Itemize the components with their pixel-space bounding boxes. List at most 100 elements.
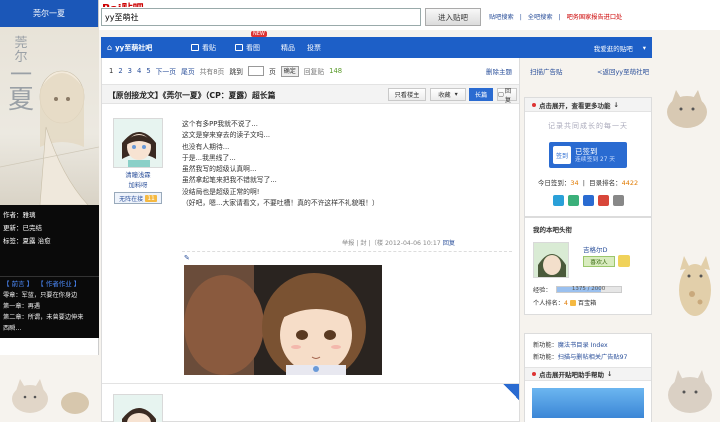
page-jump-button[interactable]: 确定 [280, 65, 299, 77]
search-input[interactable] [101, 8, 421, 26]
reply-count-label: 回复贴 [303, 68, 325, 76]
page-link[interactable]: 5 [146, 67, 150, 75]
help-panel-header[interactable]: 点击展开贴吧助手帮助 ↓ [525, 367, 651, 381]
author-level-badge[interactable]: 无阵在接 11 [114, 192, 162, 204]
news-link[interactable]: 扫描与删帖相关广告贴97 [558, 354, 628, 361]
chapter-link[interactable]: 第二章：所谓，未曾要边伸来 [3, 312, 96, 323]
avatar-image [534, 243, 568, 277]
meta-tags: 标签：夏露 治愈 [3, 237, 51, 245]
news-item: 新功能：魔法书目录 Index [533, 342, 608, 349]
page-unit: 页 [268, 68, 276, 76]
nav-tab-posts[interactable]: 看贴 [191, 37, 216, 58]
chapter-link[interactable]: 零章：军蓝，只要在你身边 [3, 290, 96, 301]
page-link[interactable]: 3 [128, 67, 132, 75]
cat-decoration-icon [668, 370, 712, 413]
user-name[interactable]: 吉格尔D [583, 244, 608, 254]
post-image[interactable] [184, 265, 382, 375]
sidebar-title: 莞尔一夏 [0, 0, 98, 27]
dot-icon [532, 102, 536, 107]
post-content: 这个有多PP我就不说了... 这文是穿来穿去的读子文吗... 也没有人期待...… [182, 119, 502, 209]
new-badge: NEW [251, 31, 267, 37]
nav-tab-pictures[interactable]: 看图 NEW [235, 31, 267, 58]
scan-ads-link[interactable]: 扫描广告贴 [524, 58, 652, 84]
share-icons [525, 195, 651, 206]
share-icon[interactable] [597, 195, 609, 206]
page-current: 1 [109, 67, 114, 75]
forum-search-link[interactable]: 贴吧搜索 [489, 14, 514, 21]
post-reply-link[interactable]: 回复 [443, 240, 455, 247]
chevron-down-icon: ▾ [642, 43, 646, 52]
dot-icon [532, 372, 536, 376]
author-grade: 加料呀 [128, 182, 148, 189]
sign-in-button[interactable]: 签到 已签到 连续签到 27 天 [549, 142, 627, 168]
forum-home-link[interactable]: ⌂ yy至萌社吧 [107, 37, 152, 58]
author-name[interactable]: 清瞳浅霖 [113, 170, 163, 179]
home-icon: ⌂ [107, 43, 113, 52]
anime-screenshot [184, 265, 382, 375]
last-page-link[interactable]: 尾页 [181, 66, 195, 76]
avatar[interactable] [533, 242, 569, 278]
top-bar: Bai贴吧 进入贴吧 贴吧搜索 | 全吧搜索 | 吧务国家报告进口处 [99, 0, 720, 30]
chevron-down-icon: ▾ [454, 91, 458, 98]
nav-tab-featured[interactable]: 精品 [281, 37, 295, 58]
nav-tab-vote[interactable]: 投票 [307, 37, 321, 58]
author-only-button[interactable]: 只看楼主 [388, 88, 426, 101]
chapter-link[interactable]: 第一章：再遇 [3, 301, 96, 312]
user-title-badge[interactable]: 喜欢人 [583, 256, 615, 267]
post-author: 清瞳浅霖 加料呀 无阵在接 11 [113, 118, 163, 204]
thread-title: 【原创接龙文】《莞尔一夏》（CP：夏露）超长篇 [108, 91, 276, 100]
share-icon[interactable] [552, 195, 564, 206]
avatar[interactable] [113, 394, 163, 422]
avatar[interactable] [113, 118, 163, 168]
page-link[interactable]: 4 [137, 67, 141, 75]
news-panel: 新功能：魔法书目录 Index 新功能：扫描与删帖相关广告贴97 点击展开贴吧助… [524, 333, 652, 422]
corner-badge [503, 384, 519, 400]
thread-title-bar: 【原创接龙文】《莞尔一夏》（CP：夏露）超长篇 只看楼主 收藏 ▾ 长篇 ▢ 回复 [102, 84, 519, 104]
help-banner[interactable] [532, 388, 644, 418]
news-link[interactable]: 魔法书目录 Index [558, 342, 608, 349]
pencil-icon: ✎ [184, 254, 190, 262]
tab-preface[interactable]: 【 前言 】 [3, 278, 33, 288]
favorite-button[interactable]: 收藏 ▾ [430, 88, 466, 101]
next-page-link[interactable]: 下一页 [156, 66, 176, 76]
floor-link[interactable]: 封 [360, 240, 366, 247]
page-jump-input[interactable] [247, 66, 264, 76]
treasure-icon [569, 300, 576, 306]
post-line: 于是...我黑线了... [182, 153, 236, 162]
reply-count: 148 [329, 67, 343, 75]
post-line: 虽然我写的超级认真啊... [182, 165, 257, 174]
experience: 经验： 1375 / 2000 [533, 285, 622, 294]
share-icon[interactable] [567, 195, 579, 206]
my-forums-dropdown[interactable]: 我爱逛的贴吧 ▾ [594, 37, 646, 58]
pagination: 1 2 3 4 5 下一页 尾页 共有8页 跳到 页 确定 回复贴 148 [102, 58, 519, 84]
star-icon [618, 255, 630, 267]
page-link[interactable]: 2 [118, 67, 122, 75]
post-meta: 举报 | 封 |（楼 2012-04-06 10:17 回复 [342, 240, 456, 247]
report-link[interactable]: 吧务国家报告进口处 [567, 14, 623, 21]
sign-in-panel: 点击展开，查看更多功能 ↓ 记录共同成长的每一天 签到 已签到 连续签到 27 … [524, 97, 652, 217]
cat-decoration-icon [0, 355, 99, 422]
post-line: 虽然拿起笔来把我不错就写了... [182, 176, 277, 185]
novel-meta: 作者：雅璃 更新：已完结 标签：夏露 治愈 [0, 205, 99, 276]
sign-panel-header[interactable]: 点击展开，查看更多功能 ↓ [525, 98, 651, 112]
jump-label: 跳到 [229, 68, 243, 76]
reply-button[interactable]: ▢ 回复 [497, 88, 517, 104]
long-pic-button[interactable]: 长篇 [469, 88, 493, 101]
baidu-tieba-logo[interactable]: Bai贴吧 [102, 0, 162, 7]
tab-author-notes[interactable]: 【 作者作业 】 [37, 278, 80, 288]
post-line: （好吧，嗯...大家请看文，不要吐槽！真的不许这样不礼貌哦！） [182, 199, 379, 208]
enter-forum-button[interactable]: 进入贴吧 [425, 8, 481, 26]
all-search-link[interactable]: 全吧搜索 [528, 14, 553, 21]
sidebar-tabs: 【 前言 】 【 作者作业 】 [0, 276, 99, 288]
thread-main: 1 2 3 4 5 下一页 尾页 共有8页 跳到 页 确定 回复贴 148 删除… [101, 58, 520, 422]
post-line: 这文是穿来穿去的读子文吗... [182, 131, 271, 140]
share-icon[interactable] [582, 195, 594, 206]
report-link[interactable]: 举报 [342, 240, 354, 247]
chapter-link[interactable]: 西瞬… [3, 323, 96, 334]
experience-bar: 1375 / 2000 [555, 286, 622, 293]
treasure-box-link[interactable]: 百宝箱 [578, 300, 597, 307]
delete-thread-link[interactable]: 删除主题 [486, 66, 512, 76]
share-icon[interactable] [612, 195, 624, 206]
sign-stats: 今日签到：34 | 目录排名：4422 [537, 179, 639, 187]
list-icon [191, 44, 199, 51]
